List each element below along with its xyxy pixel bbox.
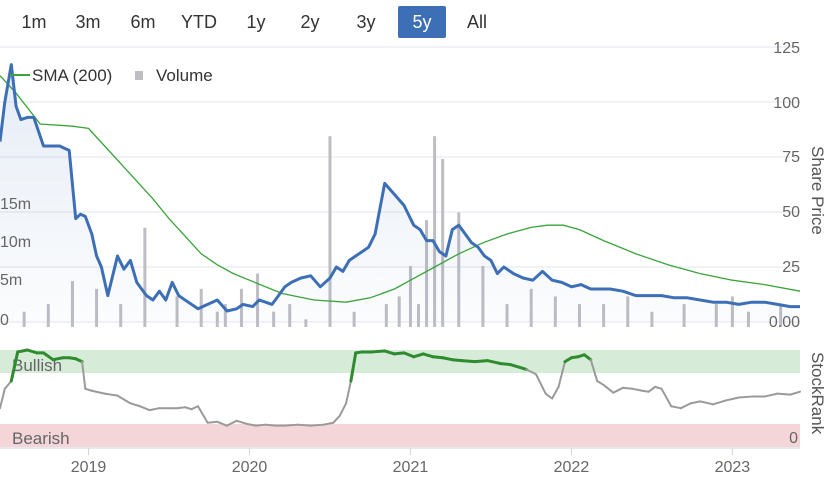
stockrank-segment <box>84 387 93 392</box>
price-tick-75: 75 <box>782 149 800 166</box>
stockrank-segment <box>473 359 490 364</box>
stockrank-segment <box>196 405 209 424</box>
stockrank-segment <box>103 392 119 397</box>
stockrank-segment <box>190 405 199 411</box>
stockrank-segment <box>602 383 615 394</box>
stockrank-segment <box>660 387 673 408</box>
stockrank-segment <box>631 387 644 392</box>
stockrank-segment <box>724 396 740 402</box>
x-tick-label: 2020 <box>232 459 268 476</box>
stockrank-segment <box>612 386 624 394</box>
stockrank-segment <box>332 414 341 424</box>
stockrank-segment <box>621 386 634 390</box>
stockrank-segment <box>670 405 682 410</box>
price-tick-0: 0.00 <box>769 314 800 331</box>
legend-sma-label[interactable]: SMA (200) <box>32 66 112 85</box>
stockrank-segment <box>535 373 547 395</box>
stockrank-segment <box>345 380 352 405</box>
price-tick-25: 25 <box>782 259 800 276</box>
stockrank-segment <box>283 423 299 427</box>
x-tick-label: 2023 <box>715 459 751 476</box>
stockrank-segment <box>116 394 132 405</box>
stockrank-segment <box>712 399 727 406</box>
stockrank-segment <box>596 380 605 386</box>
price-tick-50: 50 <box>782 204 800 221</box>
stockrank-segment <box>184 406 193 411</box>
stockrank-segment <box>737 395 753 399</box>
x-tick-label: 2022 <box>554 459 590 476</box>
stockrank-axis-title: StockRank <box>808 352 827 435</box>
price-area <box>0 64 800 322</box>
x-axis: 2019 2020 2021 2022 2023 <box>71 448 751 476</box>
stockrank-segment <box>789 390 801 396</box>
price-axis-title: Share Price <box>808 146 827 235</box>
stockrank-segment <box>139 405 151 412</box>
stockrank-segment <box>647 385 657 393</box>
volume-tick-5m: 5m <box>0 272 22 289</box>
stockrank-segment <box>148 407 161 412</box>
stockrank-segment <box>370 349 387 354</box>
stockrank-segment <box>689 400 702 405</box>
price-axis-ticks: 125 100 75 50 25 0.00 <box>769 40 800 331</box>
stockrank-segment <box>763 392 779 398</box>
stockrank-segment <box>0 387 6 410</box>
bearish-label: Bearish <box>12 429 70 448</box>
stockrank-segment <box>254 423 267 427</box>
bearish-band <box>0 424 800 447</box>
volume-tick-0: 0 <box>0 312 9 329</box>
stockrank-segment <box>460 359 477 364</box>
stockrank-segment <box>90 389 106 395</box>
stockrank-segment <box>264 423 277 427</box>
stockrank-segment <box>3 380 13 390</box>
x-tick-label: 2021 <box>393 459 429 476</box>
stockrank-segment <box>176 406 187 410</box>
stockrank-segment <box>776 392 792 396</box>
legend-volume-swatch <box>135 71 143 80</box>
stockrank-segment <box>544 392 554 400</box>
stockrank-segment <box>699 400 715 406</box>
stockrank-tick-0: 0 <box>789 430 798 447</box>
price-chart: SMA (200) Volume 125 100 75 50 25 0.00 1… <box>0 40 827 476</box>
stockrank-segment <box>296 423 312 427</box>
x-tick-label: 2019 <box>71 459 107 476</box>
legend-volume-label[interactable]: Volume <box>156 66 213 85</box>
stockrank-segment <box>551 385 560 400</box>
stockrank-segment <box>679 402 692 410</box>
stockrank-segment <box>654 385 663 390</box>
volume-tick-15m: 15m <box>0 196 31 213</box>
stockrank-segment <box>309 423 325 427</box>
stockrank-segment <box>518 365 528 371</box>
stockrank-segment <box>206 420 219 424</box>
volume-tick-10m: 10m <box>0 234 31 251</box>
stockrank-segment <box>129 402 142 408</box>
stockrank-segment <box>235 419 248 425</box>
stockrank-segment <box>338 402 348 417</box>
chart-legend: SMA (200) Volume <box>10 66 213 85</box>
price-tick-125: 125 <box>773 40 800 57</box>
price-tick-100: 100 <box>773 95 800 112</box>
